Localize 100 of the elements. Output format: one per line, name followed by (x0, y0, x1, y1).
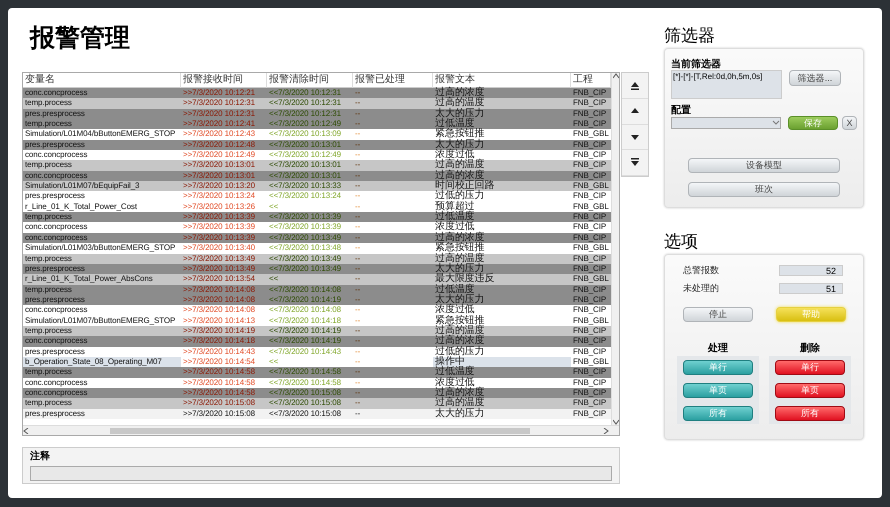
panel-button[interactable]: 班次 (688, 182, 840, 197)
action-button[interactable]: 单行 (775, 360, 845, 375)
action-button[interactable]: 单页 (775, 383, 845, 398)
table-cell-text: -- (354, 98, 362, 109)
table-cell-text: -- (354, 356, 362, 368)
table-cell-text: >>7/3/2020 10:14:08 (182, 305, 256, 316)
table-cell-text: -- (354, 243, 362, 254)
table-cell-text: pres.presprocess (24, 408, 86, 419)
table-cell-text: Simulation/L01M04/bButtonEMERG_STOP (24, 129, 176, 140)
table-cell-text: -- (354, 274, 362, 285)
table-cell-text: temp.process (24, 398, 73, 409)
table-cell-text: >>7/3/2020 10:15:08 (182, 398, 256, 409)
table-cell-text: -- (354, 264, 362, 274)
table-cell-text: 紧急按钮推 (434, 129, 486, 140)
table-row[interactable]: temp.process >>7/3/2020 10:13:49 <<7/3/2020 10:13:49 -- 过高的温度 FNB_CIP (23, 254, 611, 264)
table-row[interactable]: temp.process >>7/3/2020 10:12:31 <<7/3/2020 10:12:31 -- 过高的温度 FNB_CIP (23, 98, 611, 109)
table-cell-text: FNB_CIP (572, 88, 608, 98)
vertical-scrollbar[interactable] (611, 73, 619, 425)
table-cell-text: Simulation/L01M07/bButtonEMERG_STOP (24, 316, 176, 326)
table-row[interactable]: temp.process >>7/3/2020 10:14:58 <<7/3/2020 10:14:58 -- 过低温度 FNB_CIP (23, 367, 611, 378)
table-row[interactable]: conc.concprocess >>7/3/2020 10:14:18 <<7/3/2020 10:14:19 -- 过高的浓度 FNB_CIP (23, 336, 611, 347)
table-row[interactable]: Simulation/L01M03/bButtonEMERG_STOP >>7/3/2020 10:13:40 <<7/3/2020 10:13:48 -- 紧急按钮推 FNB_GBL (23, 243, 611, 254)
table-cell-text: <<7/3/2020 10:15:08 (268, 388, 342, 398)
table-cell-text: Simulation/L01M03/bButtonEMERG_STOP (24, 243, 176, 254)
table-cell-text: 过低温度 (434, 119, 475, 130)
table-cell-text: temp.process (24, 160, 73, 171)
table-cell-text: 预算超过 (434, 202, 476, 212)
table-row[interactable]: temp.process >>7/3/2020 10:13:01 <<7/3/2020 10:13:01 -- 过高的温度 FNB_CIP (23, 160, 611, 171)
table-cell-text: <<7/3/2020 10:14:08 (268, 284, 342, 295)
table-cell-text: >>7/3/2020 10:13:01 (182, 160, 256, 171)
table-cell-text: temp.process (24, 212, 73, 222)
config-label: 配置 (671, 105, 692, 116)
table-cell-text: <<7/3/2020 10:13:01 (268, 160, 342, 171)
table-cell-text: r_Line_01_K_Total_Power_AbsCons (24, 274, 154, 285)
table-cell-text: FNB_CIP (572, 140, 608, 150)
table-cell-text: r_Line_01_K_Total_Power_Cost (24, 202, 138, 212)
table-cell-text: -- (354, 378, 362, 388)
table-cell-text: -- (354, 232, 362, 244)
table-cell-text: -- (354, 284, 362, 295)
counter-label: 未处理的 (683, 282, 719, 295)
table-cell-text: >>7/3/2020 10:14:19 (182, 326, 256, 336)
table-cell-text: <<7/3/2020 10:13:39 (268, 212, 342, 222)
table-cell-text: 紧急按钮推 (434, 316, 486, 326)
table-row[interactable]: Simulation/L01M04/bButtonEMERG_STOP >>7/3/2020 10:12:43 <<7/3/2020 10:13:09 -- 紧急按钮推 FNB_GBL (23, 129, 611, 140)
table-cell-text: temp.process (24, 284, 73, 295)
table-cell-text: FNB_GBL (572, 356, 610, 368)
table-cell-text: -- (354, 367, 362, 378)
table-cell-text: -- (354, 170, 362, 182)
table-row[interactable]: r_Line_01_K_Total_Power_AbsCons >>7/3/2020 10:13:54 << -- 最大限度违反 FNB_GBL (23, 274, 611, 285)
stop-button[interactable]: 停止 (683, 307, 753, 322)
chevron-down-icon[interactable] (772, 120, 780, 126)
table-cell-text: <<7/3/2020 10:14:19 (268, 326, 342, 336)
table-cell-text: FNB_CIP (572, 346, 608, 357)
table-cell-text: -- (354, 326, 362, 336)
table-cell: b_Operation_State_08_Operating_M07 (23, 356, 181, 368)
table-cell-text: >>7/3/2020 10:14:58 (182, 378, 256, 388)
table-cell-text: temp.process (24, 119, 73, 130)
table-cell-text: >>7/3/2020 10:13:49 (182, 264, 256, 274)
table-row[interactable]: temp.process >>7/3/2020 10:15:08 <<7/3/2020 10:15:08 -- 过高的温度 FNB_CIP (23, 398, 611, 409)
table-cell-text: FNB_CIP (572, 160, 608, 171)
horizontal-scrollbar[interactable] (23, 425, 619, 435)
table-cell-text: >>7/3/2020 10:12:43 (182, 129, 256, 140)
table-cell-text: FNB_CIP (572, 367, 608, 378)
table-cell-text: temp.process (24, 326, 73, 336)
table-cell-text: 浓度过低 (434, 305, 475, 316)
scroll-up-icon[interactable] (612, 73, 618, 79)
table-cell-text: 太大的压力 (434, 108, 486, 119)
table-cell-text: FNB_CIP (572, 98, 608, 109)
scroll-right-icon[interactable] (603, 428, 609, 434)
table-cell-text: 过高的浓度 (434, 88, 486, 98)
table-cell-text: >>7/3/2020 10:13:39 (182, 232, 256, 244)
table-row[interactable]: temp.process >>7/3/2020 10:12:41 <<7/3/2020 10:12:49 -- 过低温度 FNB_CIP (23, 119, 611, 130)
table-cell-text: 过高的温度 (434, 98, 486, 108)
action-button[interactable]: 所有 (775, 406, 845, 421)
filter-button[interactable]: 筛选器... (789, 70, 841, 86)
scroll-down-icon[interactable] (612, 419, 618, 425)
table-cell-text: FNB_CIP (572, 108, 608, 120)
panel-button[interactable]: 设备模型 (688, 158, 840, 173)
table-cell-text: -- (354, 388, 362, 398)
table-cell-text: <<7/3/2020 10:14:19 (268, 336, 342, 347)
table-cell-text: FNB_CIP (572, 336, 608, 347)
table-cell-text: <<7/3/2020 10:13:24 (268, 191, 342, 202)
table-row[interactable]: pres.presprocess >>7/3/2020 10:15:08 <<7/3/2020 10:15:08 -- 太大的压力 FNB_CIP (23, 408, 611, 419)
table-cell-text: conc.concprocess (24, 305, 88, 316)
table-row[interactable]: Simulation/L01M07/bButtonEMERG_STOP >>7/3/2020 10:14:13 <<7/3/2020 10:14:18 -- 紧急按钮推 FNB_GBL (23, 316, 611, 326)
table-cell-text: 太大的压力 (434, 264, 485, 274)
table-cell-text: FNB_CIP (572, 378, 608, 388)
table-cell-text: 过高的浓度 (434, 388, 486, 398)
table-cell-text: >>7/3/2020 10:12:31 (182, 98, 256, 109)
table-cell-text: pres.presprocess (24, 346, 86, 357)
clear-button[interactable]: X (842, 116, 857, 130)
table-cell-text: >>7/3/2020 10:13:01 (182, 170, 256, 182)
table-row[interactable]: conc.concprocess >>7/3/2020 10:13:39 <<7/3/2020 10:13:49 -- 过高的浓度 FNB_CIP (23, 232, 611, 244)
table-row[interactable]: temp.process >>7/3/2020 10:14:08 <<7/3/2020 10:14:08 -- 过低温度 FNB_CIP (23, 284, 611, 295)
table-cell-text: temp.process (24, 367, 73, 378)
table-cell-text: FNB_CIP (572, 222, 608, 233)
table-cell-text: FNB_CIP (572, 408, 608, 419)
table-cell-text: << (268, 356, 280, 368)
scroll-left-icon[interactable] (23, 428, 29, 434)
comment-field[interactable] (30, 466, 612, 481)
